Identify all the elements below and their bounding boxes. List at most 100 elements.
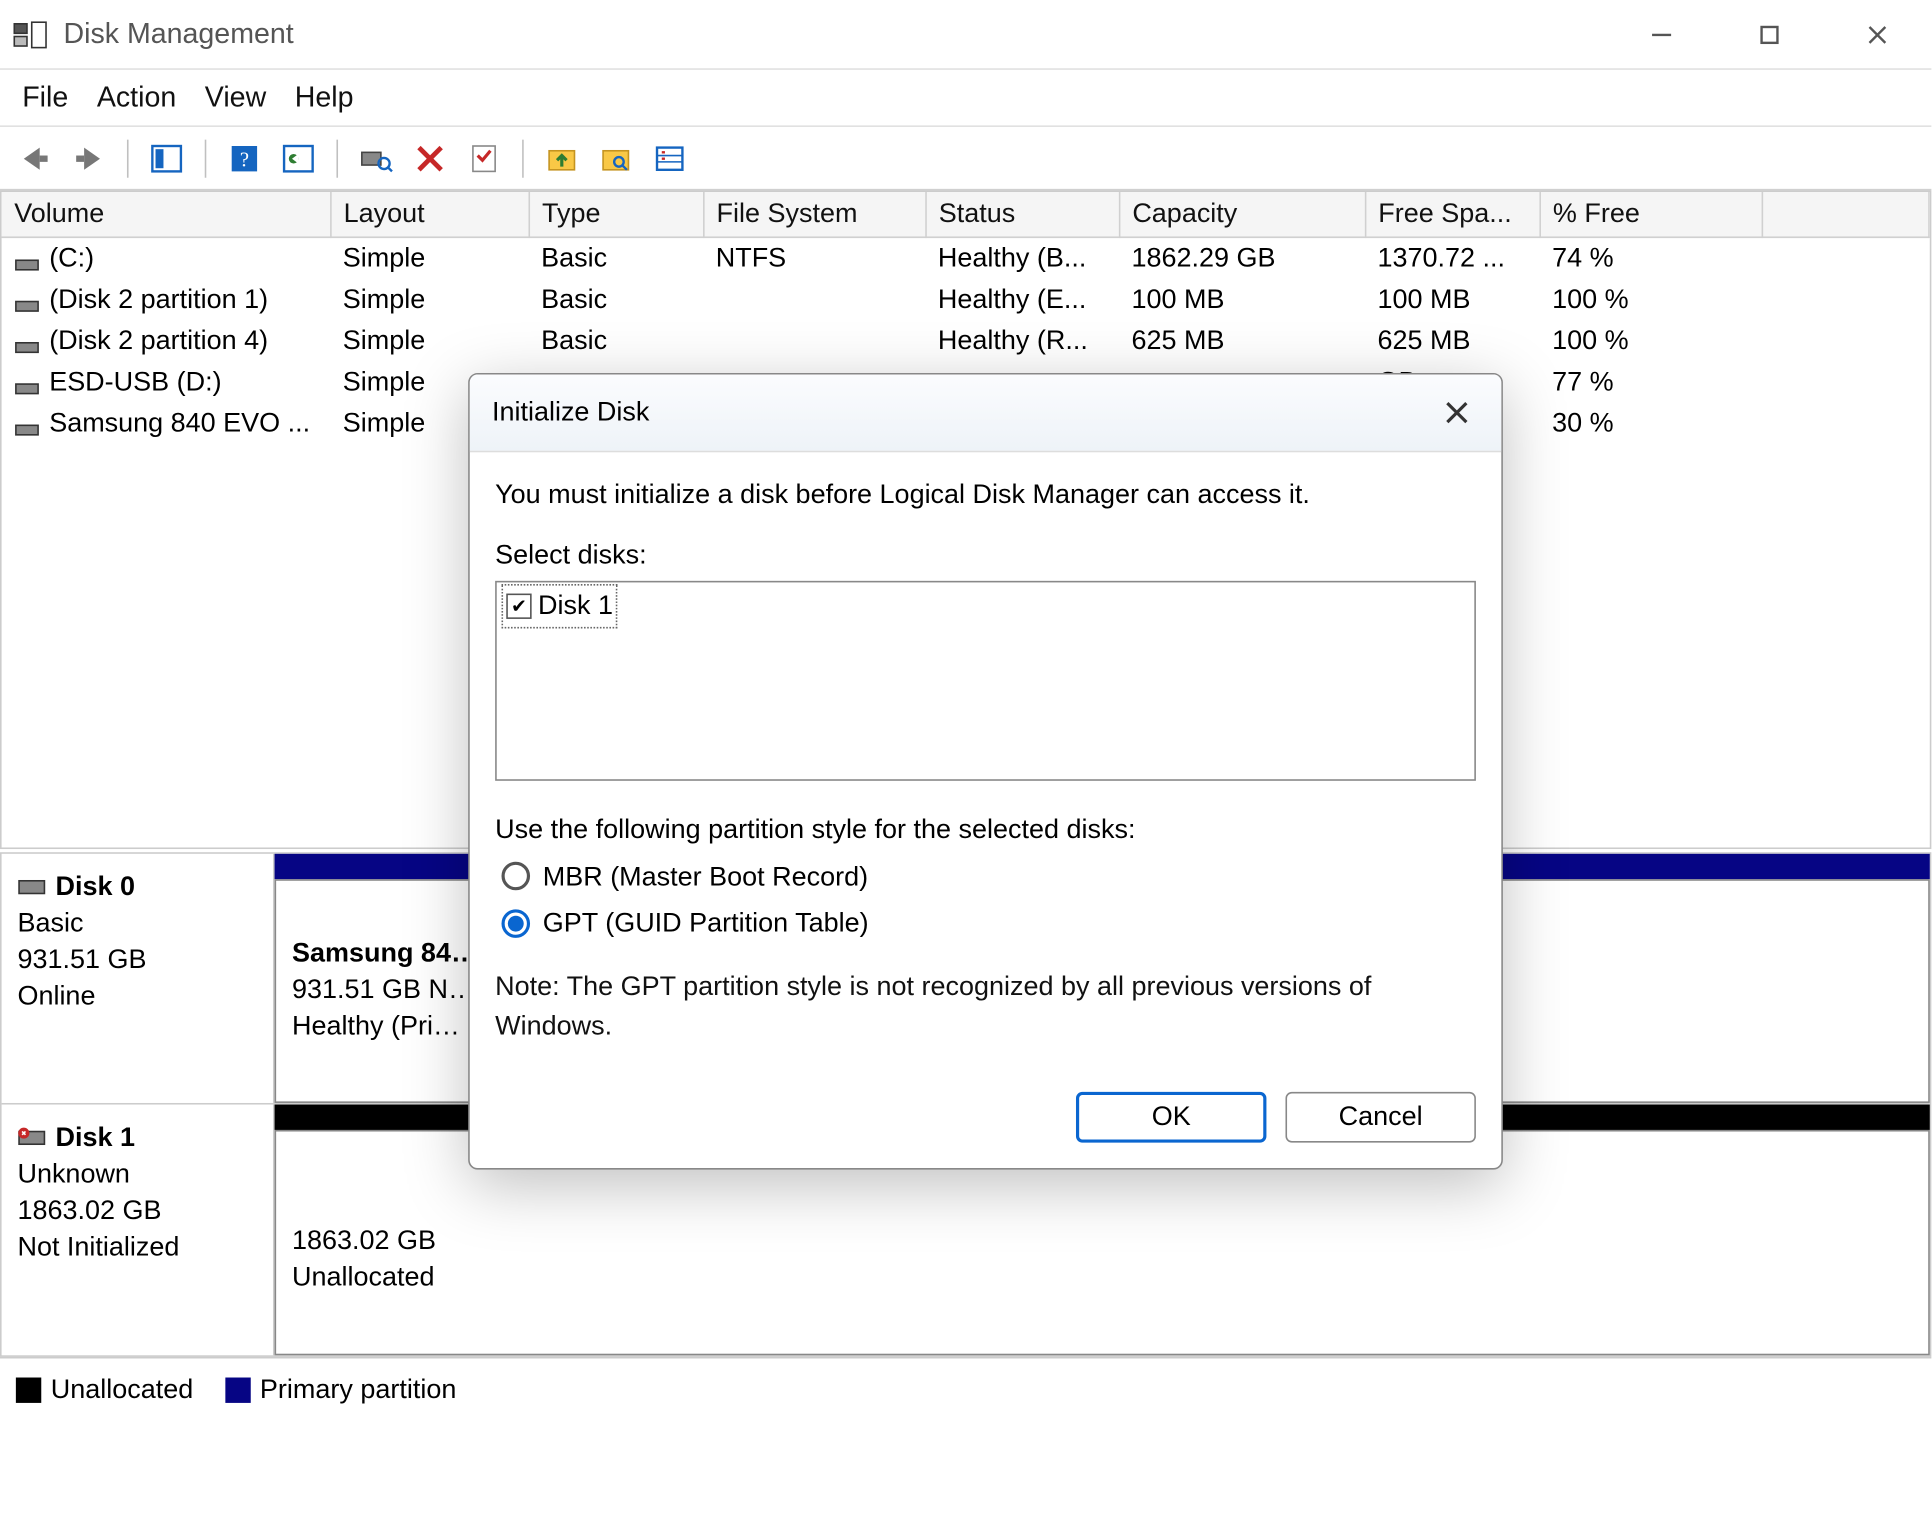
volume-type: Basic — [528, 321, 703, 362]
folder-up-icon[interactable] — [540, 136, 584, 180]
volume-pctfree: 77 % — [1539, 362, 1761, 403]
swatch-unallocated — [16, 1378, 41, 1403]
legend: Unallocated Primary partition — [0, 1357, 1931, 1420]
svg-text:?: ? — [240, 149, 249, 171]
disk-size: 931.51 GB — [17, 942, 257, 978]
volume-layout: Simple — [330, 237, 528, 279]
drive-icon — [14, 291, 39, 310]
volume-pctfree: 30 % — [1539, 403, 1761, 444]
disk-type: Basic — [17, 906, 257, 942]
window-title: Disk Management — [63, 17, 293, 50]
title-bar: Disk Management — [0, 0, 1931, 70]
minimize-button[interactable] — [1639, 12, 1683, 56]
select-disks-label: Select disks: — [495, 534, 1476, 574]
drive-icon — [14, 374, 39, 393]
menu-view[interactable]: View — [205, 81, 266, 114]
volume-free: 1370.72 ... — [1365, 237, 1540, 279]
drive-icon — [14, 415, 39, 434]
initialize-disk-dialog: Initialize Disk You must initialize a di… — [468, 373, 1503, 1169]
folder-search-icon[interactable] — [594, 136, 638, 180]
partition-line3: Unallocated — [292, 1261, 434, 1291]
volume-name: (Disk 2 partition 4) — [49, 325, 268, 355]
app-icon — [13, 20, 48, 49]
dialog-message: You must initialize a disk before Logica… — [495, 475, 1476, 515]
volume-row[interactable]: (Disk 2 partition 4)SimpleBasicHealthy (… — [2, 321, 1929, 362]
volume-status: Healthy (B... — [925, 237, 1119, 279]
col-volume[interactable]: Volume — [2, 192, 331, 237]
disk1-checkbox[interactable] — [506, 593, 531, 618]
close-button[interactable] — [1855, 12, 1899, 56]
volume-row[interactable]: (C:) SimpleBasicNTFSHealthy (B...1862.29 … — [2, 237, 1929, 279]
volume-fs — [703, 279, 925, 320]
partition-line2: 931.51 GB N… — [292, 974, 475, 1004]
col-filesystem[interactable]: File System — [703, 192, 925, 237]
dialog-close-button[interactable] — [1435, 390, 1479, 434]
volume-capacity: 625 MB — [1119, 321, 1365, 362]
legend-primary: Primary partition — [260, 1374, 456, 1404]
volume-pctfree: 74 % — [1539, 237, 1761, 279]
disk-settings-icon[interactable] — [354, 136, 398, 180]
col-type[interactable]: Type — [528, 192, 703, 237]
mbr-radio[interactable] — [501, 862, 530, 891]
col-extra[interactable] — [1762, 192, 1929, 237]
legend-unallocated: Unallocated — [51, 1374, 193, 1404]
volume-status: Healthy (E... — [925, 279, 1119, 320]
disk-type: Unknown — [17, 1157, 257, 1193]
action-pane-icon[interactable] — [276, 136, 320, 180]
volume-name: Samsung 840 EVO ... — [49, 408, 310, 438]
drive-icon — [14, 333, 39, 352]
volume-layout: Simple — [330, 279, 528, 320]
list-view-icon[interactable] — [647, 136, 691, 180]
partition-line2: 1863.02 GB — [292, 1225, 436, 1255]
volume-type: Basic — [528, 279, 703, 320]
gpt-radio[interactable] — [501, 909, 530, 938]
volume-pctfree: 100 % — [1539, 321, 1761, 362]
volume-type: Basic — [528, 237, 703, 279]
volume-row[interactable]: (Disk 2 partition 1) SimpleBasic Healthy (… — [2, 279, 1929, 320]
volume-layout: Simple — [330, 321, 528, 362]
toolbar: ? — [0, 127, 1931, 190]
maximize-button[interactable] — [1747, 12, 1791, 56]
col-pctfree[interactable]: % Free — [1539, 192, 1761, 237]
partition-line3: Healthy (Pri… — [292, 1011, 460, 1041]
forward-icon[interactable] — [67, 136, 111, 180]
partition-name: Samsung 84… — [292, 938, 478, 968]
delete-icon[interactable] — [408, 136, 452, 180]
volume-capacity: 100 MB — [1119, 279, 1365, 320]
col-status[interactable]: Status — [925, 192, 1119, 237]
volume-name: ESD-USB (D:) — [49, 367, 221, 397]
drive-icon — [14, 250, 39, 269]
col-freespace[interactable]: Free Spa... — [1365, 192, 1540, 237]
console-tree-icon[interactable] — [144, 136, 188, 180]
mbr-label: MBR (Master Boot Record) — [543, 856, 868, 896]
disk-icon: Disk 1 — [17, 1120, 257, 1156]
volume-free: 625 MB — [1365, 321, 1540, 362]
volume-fs: NTFS — [703, 237, 925, 279]
volume-free: 100 MB — [1365, 279, 1540, 320]
swatch-primary — [225, 1378, 250, 1403]
menu-help[interactable]: Help — [295, 81, 354, 114]
volume-pctfree: 100 % — [1539, 279, 1761, 320]
help-icon[interactable]: ? — [222, 136, 266, 180]
volume-fs — [703, 321, 925, 362]
cancel-button[interactable]: Cancel — [1285, 1091, 1475, 1142]
partition-style-label: Use the following partition style for th… — [495, 809, 1476, 849]
disk-state: Online — [17, 979, 257, 1015]
col-layout[interactable]: Layout — [330, 192, 528, 237]
volume-name: (Disk 2 partition 1) — [49, 284, 268, 314]
disk-state: Not Initialized — [17, 1230, 257, 1266]
volume-capacity: 1862.29 GB — [1119, 237, 1365, 279]
disk1-label: Disk 1 — [538, 586, 613, 626]
properties-icon[interactable] — [462, 136, 506, 180]
menu-action[interactable]: Action — [97, 81, 176, 114]
dialog-note: Note: The GPT partition style is not rec… — [495, 966, 1476, 1047]
ok-button[interactable]: OK — [1076, 1091, 1266, 1142]
volume-name: (C:) — [49, 243, 94, 273]
disk-size: 1863.02 GB — [17, 1193, 257, 1229]
gpt-label: GPT (GUID Partition Table) — [543, 903, 869, 943]
back-icon[interactable] — [13, 136, 57, 180]
col-capacity[interactable]: Capacity — [1119, 192, 1365, 237]
menu-file[interactable]: File — [22, 81, 68, 114]
disk-select-list[interactable]: Disk 1 — [495, 581, 1476, 781]
disk-label: Disk 0 — [56, 870, 135, 906]
